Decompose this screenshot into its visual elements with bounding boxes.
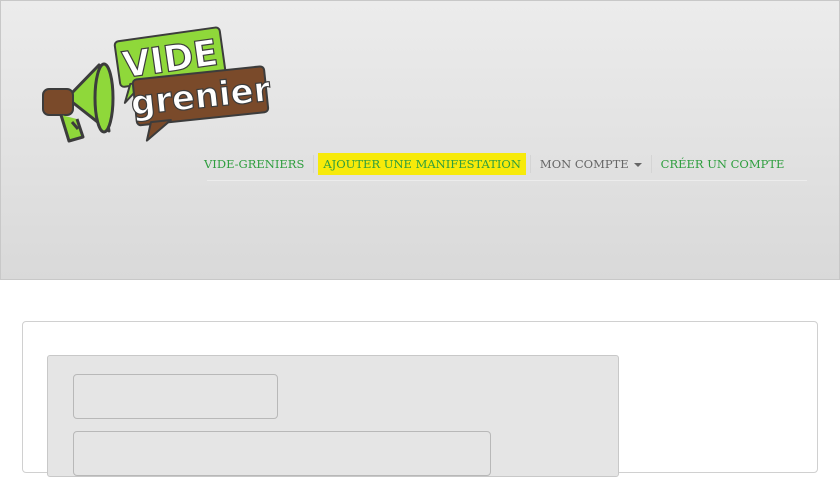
form-field-1[interactable] [73,374,278,419]
nav-ajouter-manifestation[interactable]: AJOUTER UNE MANIFESTATION [318,153,526,175]
search-form-panel [47,355,619,477]
nav-vide-greniers[interactable]: VIDE-GRENIERS [199,153,309,175]
megaphone-icon [42,62,115,143]
main-nav: VIDE-GRENIERS AJOUTER UNE MANIFESTATION … [199,152,789,176]
site-header: VIDE grenier VIDE-GRENIERS AJOUTER UNE M… [0,0,840,280]
content-card [22,321,818,477]
nav-underline [207,180,807,181]
vide-grenier-logo[interactable]: VIDE grenier [39,23,274,145]
nav-divider [650,155,652,173]
nav-divider [529,155,531,173]
caret-down-icon [633,163,642,167]
nav-divider [313,155,315,173]
nav-creer-compte[interactable]: CRÉER UN COMPTE [656,153,790,175]
form-field-2[interactable] [73,431,491,476]
nav-mon-compte-label: MON COMPTE [539,157,629,171]
nav-mon-compte-dropdown[interactable]: MON COMPTE [535,153,647,175]
